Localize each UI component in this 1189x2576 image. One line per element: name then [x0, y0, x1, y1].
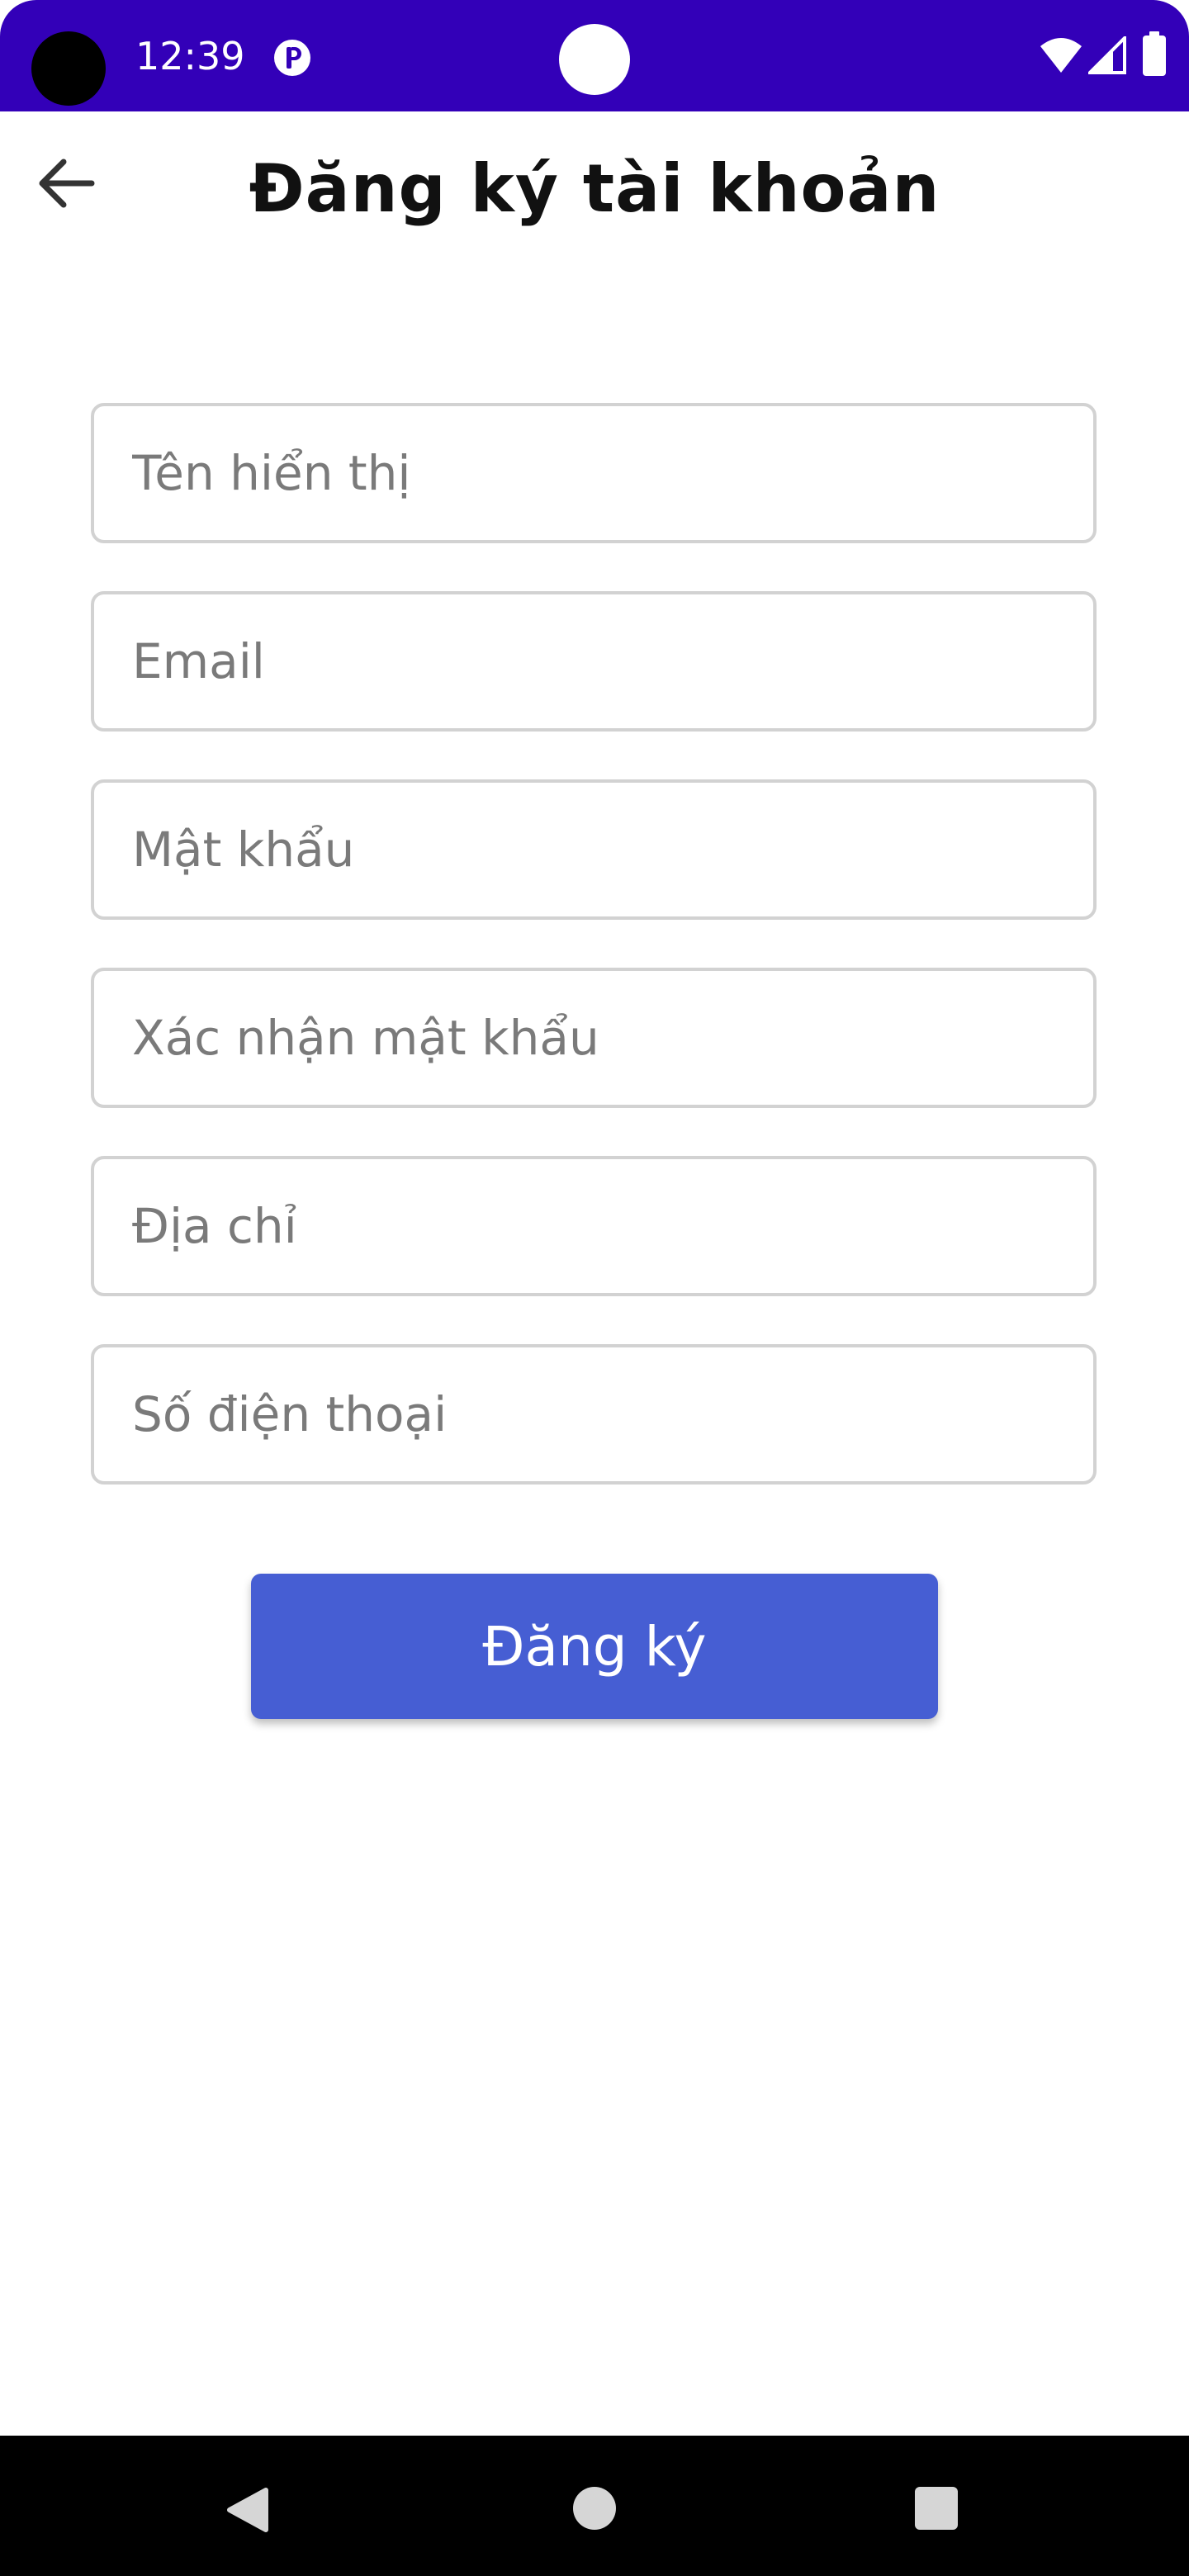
status-bar: 12:39 [0, 0, 1189, 111]
confirm-password-field[interactable] [91, 968, 1097, 1108]
password-input[interactable] [132, 783, 1057, 916]
phone-field[interactable] [91, 1344, 1097, 1485]
signal-icon [1088, 36, 1126, 74]
display-name-input[interactable] [132, 406, 1057, 540]
email-input[interactable] [132, 594, 1057, 728]
camera-cutout [31, 31, 106, 106]
nav-home-icon[interactable] [573, 2487, 616, 2530]
wifi-icon [1040, 38, 1082, 73]
address-field[interactable] [91, 1156, 1097, 1296]
nav-recents-icon[interactable] [915, 2487, 958, 2530]
display-name-field[interactable] [91, 403, 1097, 543]
address-input[interactable] [132, 1159, 1057, 1293]
status-time: 12:39 [135, 34, 245, 78]
page-title: Đăng ký tài khoản [249, 150, 940, 227]
confirm-password-input[interactable] [132, 971, 1057, 1105]
register-button[interactable]: Đăng ký [251, 1574, 938, 1719]
email-field[interactable] [91, 591, 1097, 732]
register-screen: 12:39 Đăng ký tài khoản Tên hiển thị Ema… [0, 0, 1189, 2576]
password-field[interactable] [91, 779, 1097, 920]
navigation-bar [0, 2436, 1189, 2576]
nav-back-icon[interactable] [225, 2487, 269, 2533]
battery-icon [1143, 31, 1166, 76]
status-center-dot [559, 24, 630, 95]
phone-input[interactable] [132, 1347, 1057, 1481]
notification-p-icon [274, 40, 310, 76]
